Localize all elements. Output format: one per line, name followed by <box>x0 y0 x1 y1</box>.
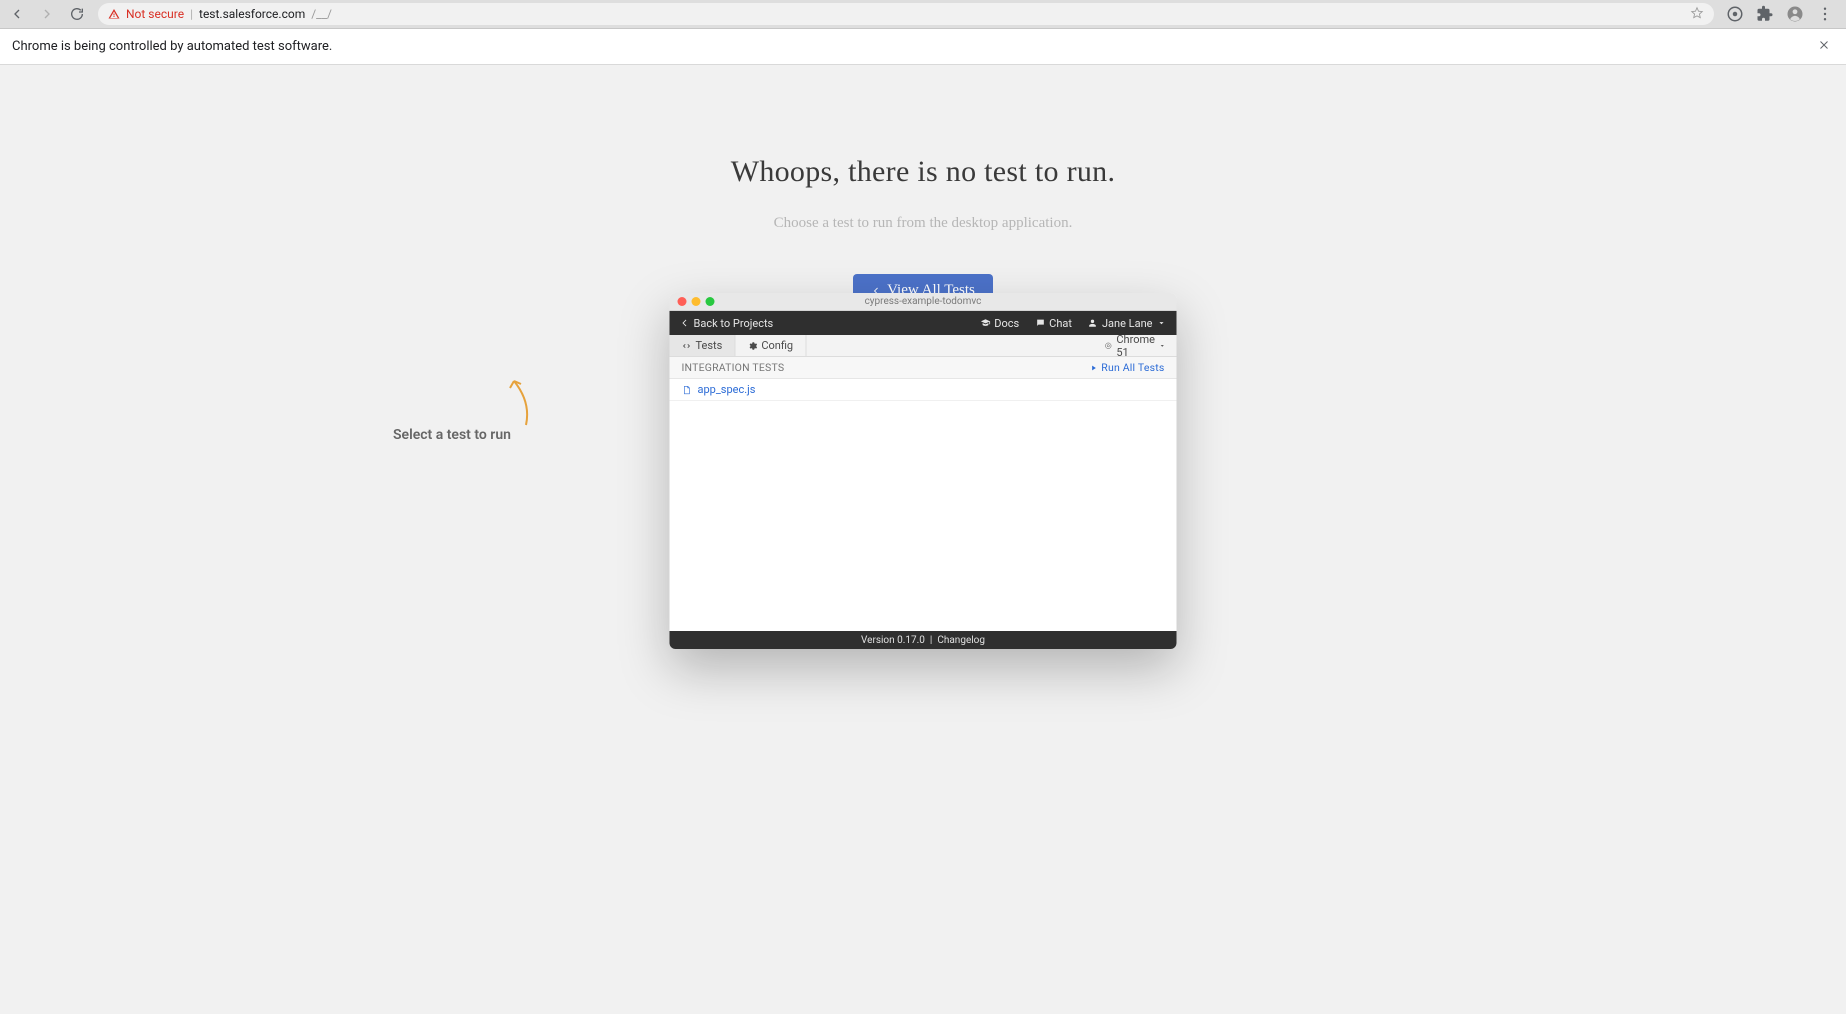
tab-tests[interactable]: Tests <box>670 335 736 356</box>
chrome-icon <box>1105 342 1113 350</box>
tab-config[interactable]: Config <box>735 335 806 356</box>
back-button[interactable] <box>8 5 26 23</box>
browser-select-label: Chrome 51 <box>1116 333 1155 359</box>
automation-info-bar: Chrome is being controlled by automated … <box>0 29 1846 65</box>
back-to-projects-link[interactable]: Back to Projects <box>680 317 774 330</box>
automation-info-text: Chrome is being controlled by automated … <box>12 39 332 54</box>
run-all-tests-label: Run All Tests <box>1101 361 1164 374</box>
test-file-name: app_spec.js <box>698 383 756 396</box>
app-titlebar: cypress-example-todomvc <box>670 293 1177 311</box>
app-nav: Back to Projects Docs Chat Jane Lane <box>670 311 1177 335</box>
caret-down-icon <box>1159 342 1167 350</box>
window-maximize-icon[interactable] <box>706 297 715 306</box>
not-secure-icon <box>108 8 120 20</box>
annotation-select-test: Select a test to run <box>393 427 511 443</box>
browser-select[interactable]: Chrome 51 <box>1095 335 1177 356</box>
chat-label: Chat <box>1049 317 1072 330</box>
integration-tests-header: INTEGRATION TESTS Run All Tests <box>670 357 1177 379</box>
tab-config-label: Config <box>761 339 793 352</box>
page-subhead: Choose a test to run from the desktop ap… <box>0 215 1846 232</box>
forward-button[interactable] <box>38 5 56 23</box>
chat-link[interactable]: Chat <box>1035 317 1072 330</box>
file-icon <box>682 385 692 395</box>
page-headline: Whoops, there is no test to run. <box>0 65 1846 189</box>
app-title: cypress-example-todomvc <box>865 296 982 307</box>
version-label: Version 0.17.0 <box>861 635 925 646</box>
window-close-icon[interactable] <box>678 297 687 306</box>
separator: | <box>190 7 193 21</box>
extension-cypress-icon[interactable] <box>1726 5 1744 23</box>
docs-label: Docs <box>994 317 1019 330</box>
profile-icon[interactable] <box>1786 5 1804 23</box>
caret-down-icon <box>1157 318 1167 328</box>
toolbar-right <box>1726 5 1838 23</box>
chat-icon <box>1035 318 1045 328</box>
url-path: /__/ <box>311 7 332 21</box>
tab-tests-label: Tests <box>696 339 723 352</box>
code-icon <box>682 341 692 351</box>
app-footer: Version 0.17.0 | Changelog <box>670 631 1177 649</box>
close-infobar-button[interactable] <box>1814 35 1834 59</box>
test-file-row[interactable]: app_spec.js <box>670 379 1177 401</box>
url-host: test.salesforce.com <box>199 7 305 21</box>
app-tabs: Tests Config Chrome 51 <box>670 335 1177 357</box>
page-content: Whoops, there is no test to run. Choose … <box>0 65 1846 1014</box>
integration-tests-title: INTEGRATION TESTS <box>682 361 785 374</box>
app-body-blank <box>670 401 1177 631</box>
changelog-link[interactable]: Changelog <box>937 635 985 646</box>
back-to-projects-label: Back to Projects <box>694 317 774 330</box>
user-label: Jane Lane <box>1102 317 1153 330</box>
docs-link[interactable]: Docs <box>980 317 1019 330</box>
cypress-app-window: cypress-example-todomvc Back to Projects… <box>670 293 1177 649</box>
security-label: Not secure <box>126 7 184 21</box>
separator: | <box>930 635 932 646</box>
extensions-icon[interactable] <box>1756 5 1774 23</box>
kebab-menu-icon[interactable] <box>1816 5 1834 23</box>
user-icon <box>1088 318 1098 328</box>
reload-button[interactable] <box>68 5 86 23</box>
arrow-left-icon <box>506 377 536 427</box>
gear-icon <box>747 341 757 351</box>
play-icon <box>1089 364 1097 372</box>
chevron-left-icon <box>680 318 690 328</box>
run-all-tests-link[interactable]: Run All Tests <box>1089 361 1164 374</box>
traffic-lights <box>678 297 715 306</box>
graduation-cap-icon <box>980 318 990 328</box>
bookmark-star-icon[interactable] <box>1690 6 1704 23</box>
browser-toolbar: Not secure | test.salesforce.com /__/ <box>0 0 1846 29</box>
user-menu[interactable]: Jane Lane <box>1088 317 1167 330</box>
address-bar[interactable]: Not secure | test.salesforce.com /__/ <box>98 3 1714 25</box>
window-minimize-icon[interactable] <box>692 297 701 306</box>
